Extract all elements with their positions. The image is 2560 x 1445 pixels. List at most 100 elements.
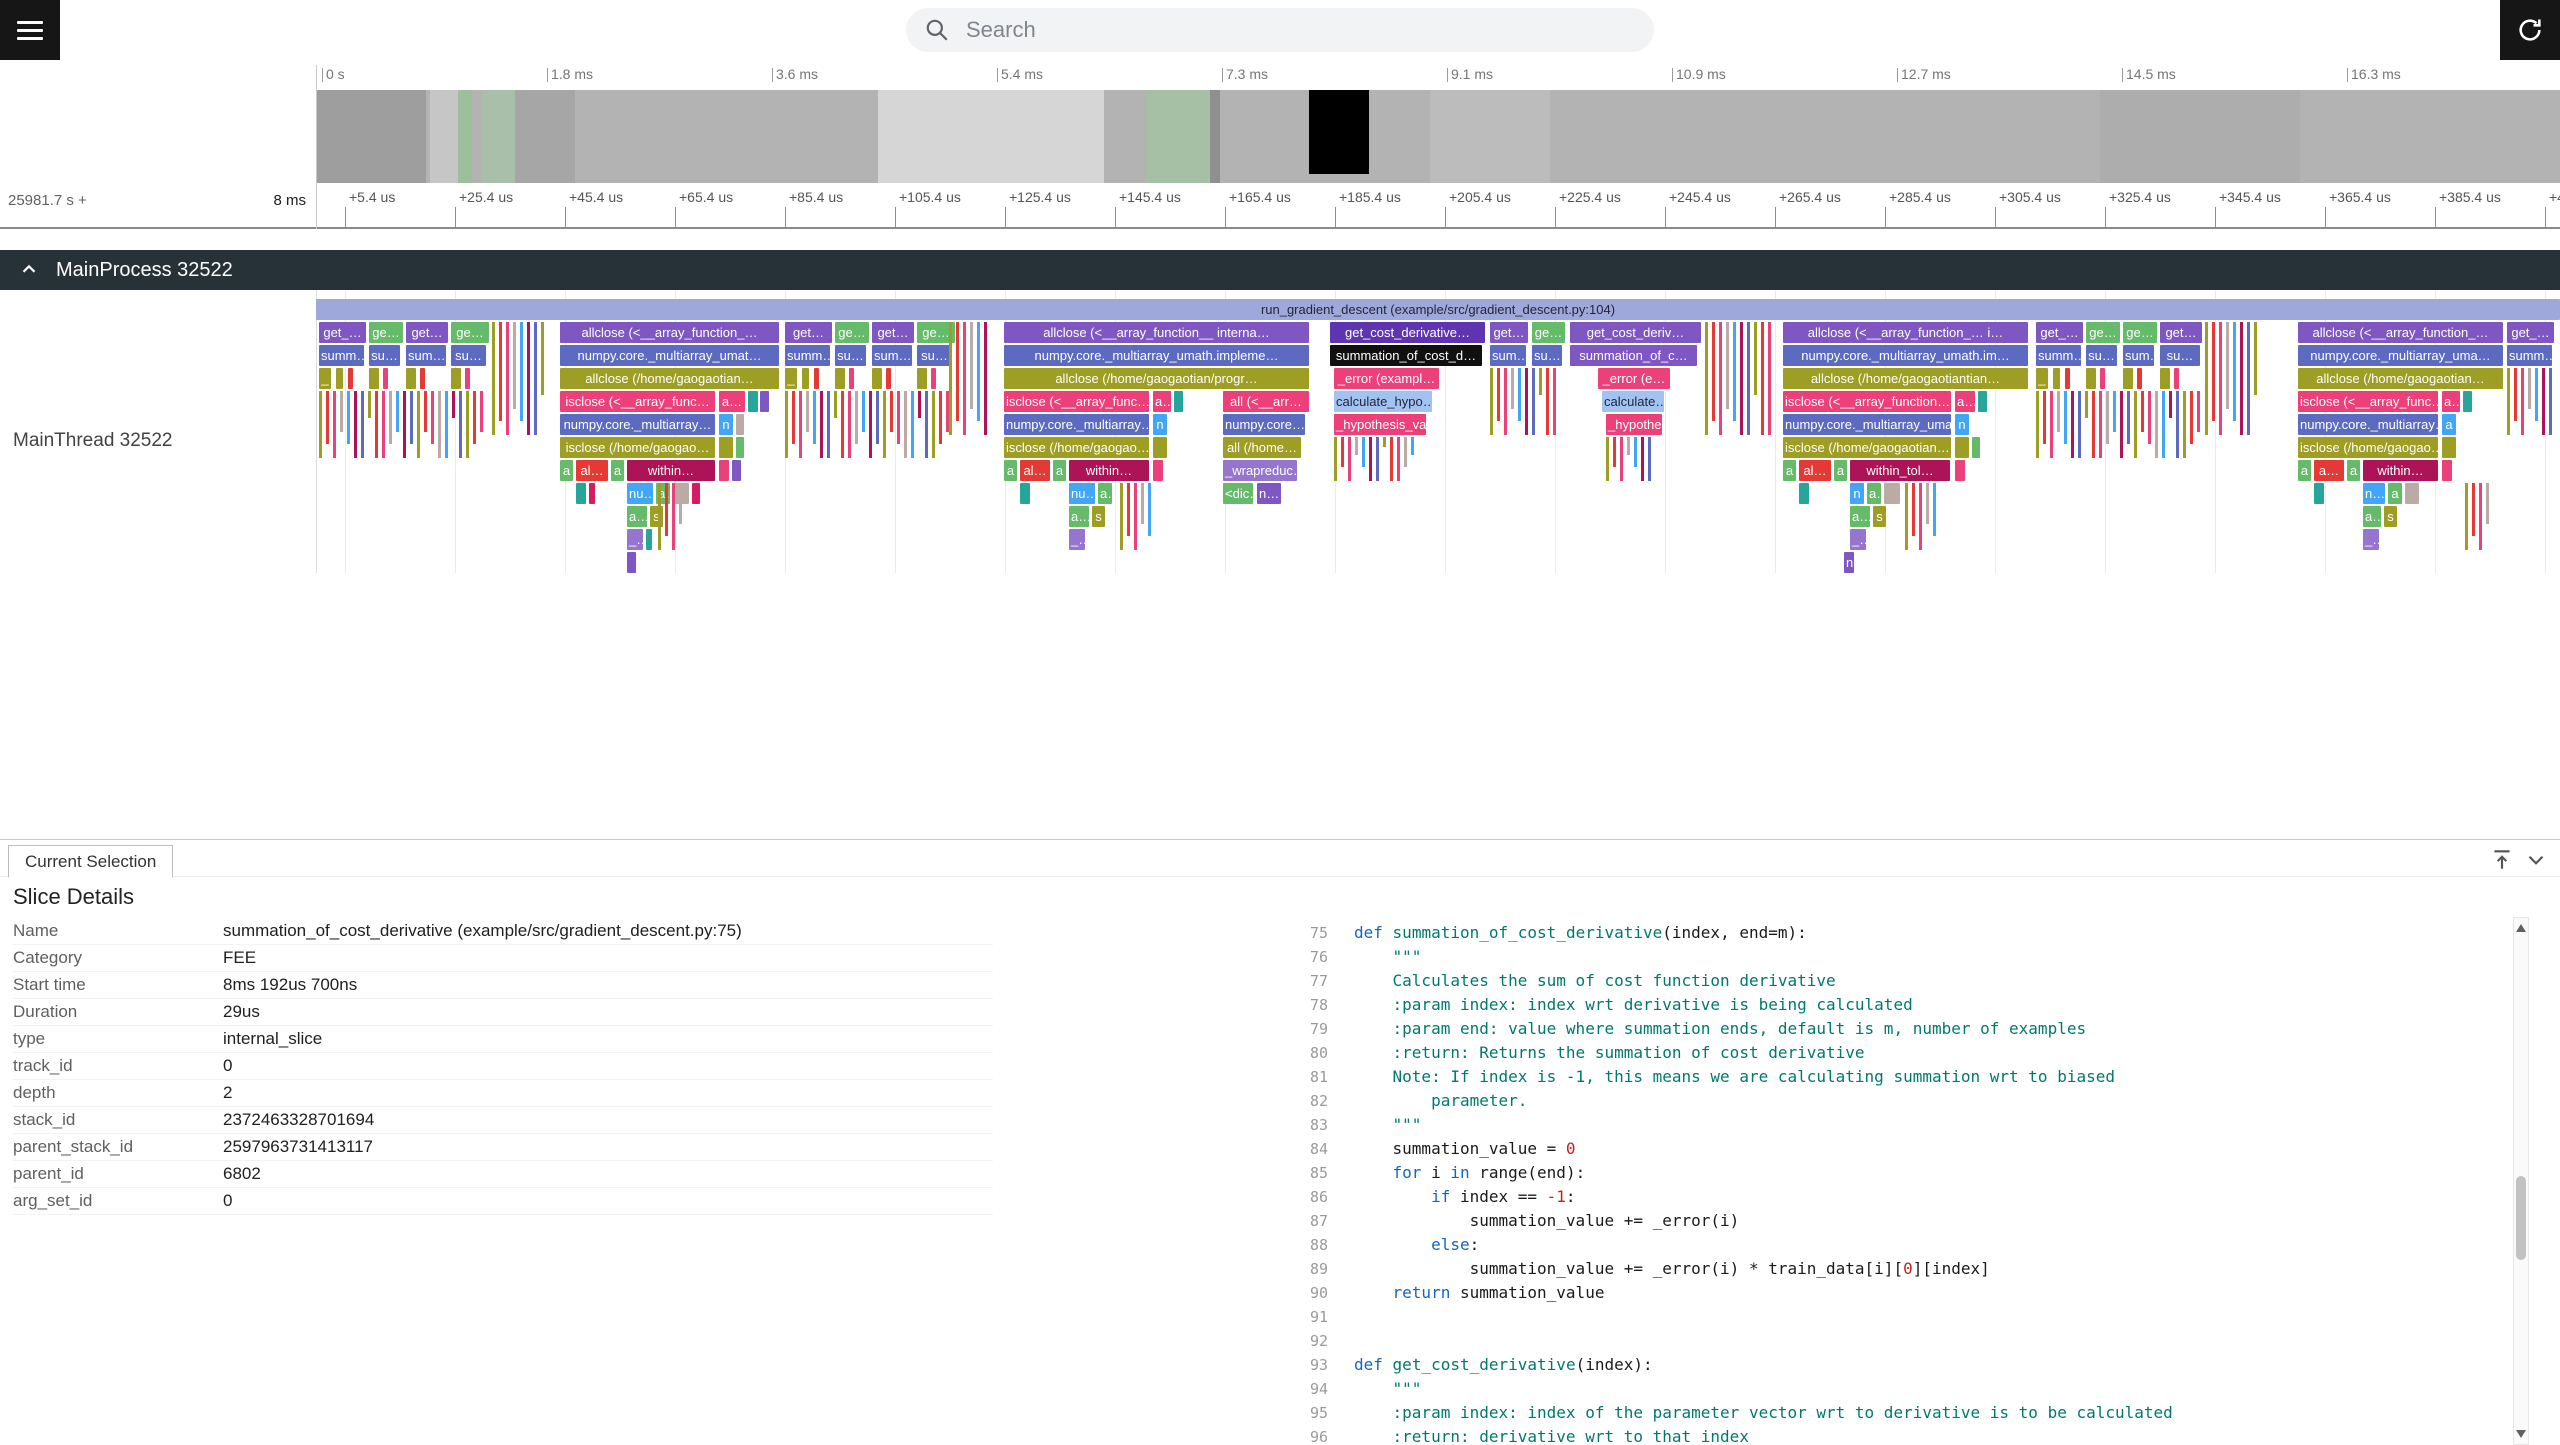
flame-slice[interactable]: allclose (<__array_function__ interna… (1004, 322, 1309, 343)
flame-slice[interactable] (527, 322, 530, 435)
flame-slice[interactable] (2169, 391, 2172, 418)
flame-slice[interactable]: numpy.core._multiarray… (1004, 414, 1149, 435)
flame-slice[interactable] (876, 391, 879, 444)
flame-slice[interactable]: n (1844, 552, 1854, 573)
flame-slice[interactable] (835, 368, 845, 389)
code-scrollbar[interactable] (2513, 917, 2529, 1445)
flame-slice[interactable] (2442, 460, 2452, 481)
flame-slice[interactable] (2174, 368, 2179, 389)
flame-slice[interactable] (2123, 368, 2133, 389)
flame-slice[interactable] (368, 391, 371, 418)
flame-slice[interactable]: s (2384, 506, 2397, 527)
flame-slice[interactable]: sum… (872, 345, 912, 366)
flame-slice[interactable]: a… (1850, 506, 1870, 527)
flame-slice[interactable] (466, 391, 469, 458)
flame-slice[interactable]: sum… (406, 345, 446, 366)
flame-slice[interactable]: a (1834, 460, 1847, 481)
flame-slice[interactable] (1153, 437, 1167, 458)
flame-slice[interactable] (1539, 368, 1542, 395)
flame-slice[interactable] (2043, 391, 2046, 444)
flame-slice[interactable] (1362, 437, 1365, 467)
flame-slice[interactable] (1799, 483, 1809, 504)
flame-slice[interactable] (855, 391, 858, 444)
flame-slice[interactable] (792, 391, 795, 444)
flame-slice[interactable] (459, 391, 462, 458)
scroll-thumb[interactable] (2516, 1176, 2526, 1260)
flame-slice[interactable]: ge… (2123, 322, 2157, 343)
flame-slice[interactable] (1525, 368, 1528, 435)
flame-slice[interactable] (2219, 322, 2222, 435)
flame-slice[interactable] (917, 368, 927, 389)
flame-slice[interactable]: n (1850, 483, 1864, 504)
flame-slice[interactable] (719, 437, 733, 458)
flame-slice[interactable] (2127, 391, 2130, 444)
flame-slice[interactable] (1926, 483, 1929, 524)
flame-slice[interactable] (931, 368, 936, 389)
flame-slice[interactable]: get… (406, 322, 448, 343)
flame-slice[interactable]: get_cost_derivative… (1330, 322, 1485, 343)
flame-slice[interactable] (1127, 483, 1130, 536)
flame-slice[interactable] (1648, 437, 1651, 481)
menu-button[interactable] (0, 0, 60, 60)
flame-slice[interactable] (2314, 483, 2324, 504)
flame-slice[interactable] (2064, 391, 2067, 444)
flame-slice[interactable] (396, 391, 399, 432)
flame-slice[interactable] (451, 368, 461, 389)
flame-slice[interactable] (760, 391, 769, 412)
flame-slice[interactable]: <dic… (1223, 483, 1253, 504)
flame-slice[interactable] (2176, 391, 2179, 458)
flame-slice[interactable] (1174, 391, 1183, 412)
flame-slice[interactable]: summ… (2507, 345, 2552, 366)
flame-slice[interactable] (2521, 368, 2524, 435)
flame-slice[interactable] (984, 322, 987, 435)
flame-slice[interactable] (2197, 391, 2200, 432)
flame-slice[interactable] (2247, 322, 2250, 435)
flame-slice[interactable]: _… (2363, 529, 2379, 550)
flame-slice[interactable]: a (2442, 414, 2456, 435)
flame-slice[interactable]: within… (2363, 460, 2438, 481)
flame-slice[interactable]: isclose (/home/gaogao… (2298, 437, 2438, 458)
flame-slice[interactable]: isclose (/home/gaogao… (560, 437, 715, 458)
flame-slice[interactable] (319, 391, 322, 458)
flame-slice[interactable]: _wrapreduc… (1223, 460, 1297, 481)
flame-slice[interactable] (420, 368, 425, 389)
flame-slice[interactable]: n (1153, 414, 1167, 435)
flame-slice[interactable] (1641, 437, 1644, 481)
flame-slice[interactable]: all (<__arr… (1223, 391, 1309, 412)
flame-slice[interactable] (813, 391, 816, 444)
flame-slice[interactable] (834, 391, 837, 418)
flame-slice[interactable]: isclose (<__array_func… (2298, 391, 2438, 412)
flame-slice[interactable] (719, 460, 729, 481)
flame-slice[interactable]: numpy.core._multiarray… (2298, 414, 2438, 435)
flame-slice[interactable] (827, 391, 830, 458)
flame-slice[interactable] (1376, 437, 1379, 481)
flame-slice[interactable] (2507, 368, 2510, 435)
flame-slice[interactable] (2106, 391, 2109, 444)
flame-slice[interactable] (2514, 368, 2517, 421)
flame-slice[interactable]: a… (1153, 391, 1171, 412)
flame-slice[interactable] (883, 391, 886, 458)
flame-slice[interactable] (417, 391, 420, 458)
flame-slice[interactable] (2542, 368, 2545, 435)
dock-up-icon[interactable] (2488, 846, 2516, 874)
flame-slice[interactable]: isclose (<__array_func… (1004, 391, 1149, 412)
flame-slice[interactable]: a… (1069, 506, 1089, 527)
flame-slice[interactable] (1490, 368, 1493, 435)
flame-slice[interactable] (665, 483, 668, 536)
flame-slice[interactable] (2148, 391, 2151, 444)
flame-slice[interactable]: get_… (2036, 322, 2083, 343)
flame-slice[interactable]: sum… (2123, 345, 2154, 366)
flame-slice[interactable] (897, 391, 900, 444)
flame-slice[interactable]: get… (1490, 322, 1528, 343)
flame-slice[interactable] (2137, 368, 2142, 389)
flame-slice[interactable] (1546, 368, 1549, 435)
flame-slice[interactable] (886, 368, 891, 389)
flame-slice[interactable]: get_… (2507, 322, 2554, 343)
flame-slice[interactable]: calculate… (1602, 391, 1664, 412)
flame-slice[interactable]: su… (451, 345, 486, 366)
flame-slice[interactable] (2113, 391, 2116, 432)
scro ll-down-arrow[interactable] (2516, 1430, 2526, 1438)
flame-slice[interactable] (1955, 437, 1969, 458)
flame-slice[interactable] (679, 483, 682, 524)
flame-slice[interactable]: a… (1867, 483, 1881, 504)
